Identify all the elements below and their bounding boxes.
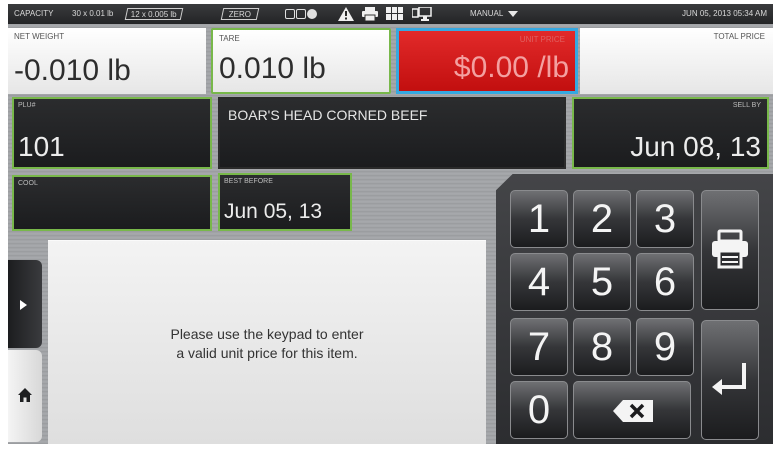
backspace-button[interactable] (573, 381, 691, 439)
sell-by-field[interactable]: SELL BY Jun 08, 13 (572, 97, 769, 169)
message-text: Please use the keypad to enter a valid u… (48, 325, 486, 363)
unit-price-value: $0.00 /lb (453, 51, 569, 84)
mode-label[interactable]: MANUAL (470, 4, 503, 24)
net-weight-value: -0.010 lb (14, 54, 131, 87)
tare-value: 0.010 lb (219, 52, 326, 85)
enter-icon (712, 363, 746, 395)
key-1[interactable]: 1 (510, 190, 568, 248)
plu-label: PLU# (18, 102, 36, 109)
backspace-icon (613, 400, 653, 422)
key-8[interactable]: 8 (573, 318, 631, 376)
best-before-label: BEST BEFORE (224, 178, 273, 185)
toggle-square-left (285, 9, 295, 19)
tare-field[interactable]: TARE 0.010 lb (211, 28, 391, 94)
total-price-display: TOTAL PRICE (580, 28, 773, 94)
plu-value: 101 (18, 131, 65, 162)
numeric-keypad: 1 2 3 4 5 6 7 8 9 0 (496, 174, 773, 444)
datetime: JUN 05, 2013 05:34 AM (682, 9, 767, 18)
key-3[interactable]: 3 (636, 190, 694, 248)
unit-price-label: UNIT PRICE (519, 35, 565, 44)
sell-by-label: SELL BY (732, 102, 761, 109)
scale-screen: CAPACITY 30 x 0.01 lb 12 x 0.005 lb ZERO… (8, 4, 773, 444)
message-line-2: a valid unit price for this item. (176, 345, 358, 361)
best-before-field[interactable]: BEST BEFORE Jun 05, 13 (218, 173, 352, 231)
key-2[interactable]: 2 (573, 190, 631, 248)
toggle-square-mid (296, 9, 306, 19)
message-panel: Please use the keypad to enter a valid u… (48, 240, 486, 444)
home-icon (18, 388, 32, 402)
print-button[interactable] (701, 190, 759, 310)
printer-icon (712, 229, 748, 269)
item-description-field[interactable]: BOAR'S HEAD CORNED BEEF (218, 97, 566, 169)
tare-label: TARE (219, 34, 240, 43)
network-icon[interactable] (412, 7, 432, 21)
enter-button[interactable] (701, 320, 759, 440)
expand-panel-tab[interactable] (8, 260, 42, 348)
total-price-label: TOTAL PRICE (713, 32, 765, 41)
capacity-range-1: 30 x 0.01 lb (72, 9, 114, 18)
unit-price-field[interactable]: UNIT PRICE $0.00 /lb (396, 28, 578, 94)
sell-by-value: Jun 08, 13 (630, 131, 761, 162)
home-tab[interactable] (8, 350, 42, 442)
net-weight-display: NET WEIGHT -0.010 lb (8, 28, 206, 94)
message-line-1: Please use the keypad to enter (170, 326, 364, 342)
plu-field[interactable]: PLU# 101 (12, 97, 212, 169)
cool-label: COOL (18, 180, 38, 187)
net-weight-label: NET WEIGHT (14, 32, 65, 41)
key-5[interactable]: 5 (573, 253, 631, 311)
capacity-label: CAPACITY (14, 9, 54, 18)
key-0[interactable]: 0 (510, 381, 568, 439)
zero-text: ZERO (228, 10, 252, 19)
best-before-value: Jun 05, 13 (224, 200, 323, 223)
key-7[interactable]: 7 (510, 318, 568, 376)
capacity-range-2: 12 x 0.005 lb (124, 8, 184, 20)
status-bar: CAPACITY 30 x 0.01 lb 12 x 0.005 lb ZERO… (8, 4, 773, 24)
item-description: BOAR'S HEAD CORNED BEEF (228, 107, 428, 123)
warning-icon (338, 7, 354, 21)
printer-icon[interactable] (362, 7, 378, 21)
key-6[interactable]: 6 (636, 253, 694, 311)
toggle-dot (307, 9, 317, 19)
status-icons (338, 4, 432, 24)
toggle-indicator-icon[interactable] (285, 9, 319, 19)
key-9[interactable]: 9 (636, 318, 694, 376)
chevron-down-icon[interactable] (508, 11, 518, 17)
capacity-range-2-text: 12 x 0.005 lb (130, 10, 177, 19)
grid-icon[interactable] (386, 7, 404, 21)
key-4[interactable]: 4 (510, 253, 568, 311)
zero-indicator[interactable]: ZERO (220, 8, 260, 20)
cool-field[interactable]: COOL (12, 175, 212, 231)
chevron-right-icon (20, 300, 27, 310)
